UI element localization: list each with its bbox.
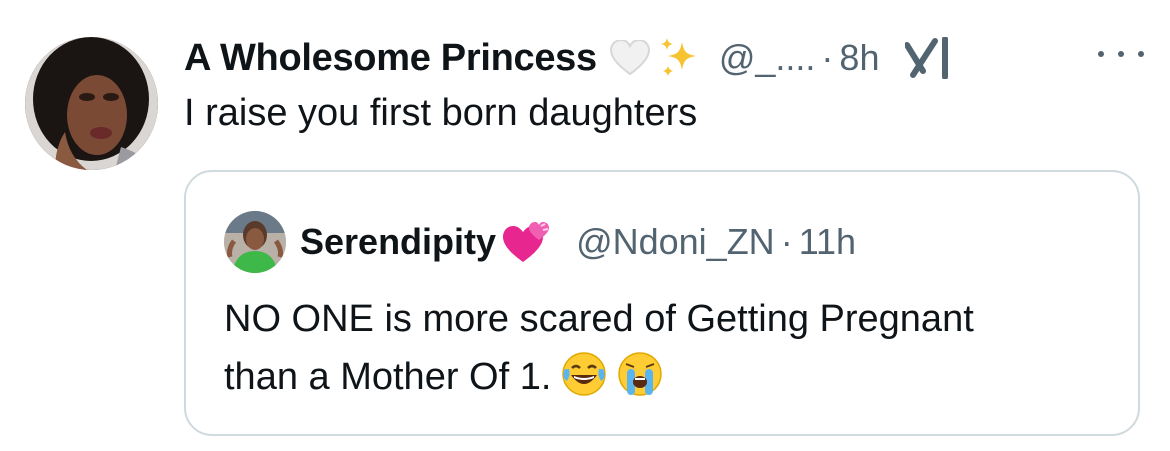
white-heart-icon <box>607 35 653 81</box>
quoted-tweet-card[interactable]: Serendipity @Ndoni_ZN · 11h NO ONE is mo… <box>184 170 1140 436</box>
sparkles-icon <box>657 35 703 81</box>
more-dot <box>1118 51 1124 57</box>
quoted-author-name[interactable]: Serendipity <box>300 221 496 263</box>
more-icon[interactable] <box>1098 40 1144 68</box>
quoted-tweet-header: Serendipity @Ndoni_ZN · 11h <box>224 210 856 274</box>
quoted-tweet-timestamp[interactable]: 11h <box>799 221 856 263</box>
tweet-timestamp[interactable]: 8h <box>839 37 879 79</box>
two-hearts-icon <box>500 219 552 265</box>
crying-face-icon <box>617 351 663 397</box>
quoted-tweet-text-fragment: than a Mother Of 1. <box>224 356 552 398</box>
tweet-header: A Wholesome Princess @_.... · 8h <box>184 30 955 86</box>
quoted-author-handle[interactable]: @Ndoni_ZN <box>576 221 775 263</box>
quoted-author-avatar[interactable] <box>224 211 286 273</box>
author-name[interactable]: A Wholesome Princess <box>184 37 597 80</box>
more-dot <box>1098 51 1104 57</box>
quoted-tweet-text-line: NO ONE is more scared of Getting Pregnan… <box>224 298 974 340</box>
laughing-tears-icon <box>561 351 607 397</box>
author-handle[interactable]: @_.... <box>719 37 816 79</box>
quoted-tweet-text: NO ONE is more scared of Getting Pregnan… <box>224 290 1124 406</box>
more-dot <box>1138 51 1144 57</box>
quoted-tweet-text-line: than a Mother Of 1. <box>224 348 1124 406</box>
grok-icon[interactable] <box>903 34 955 82</box>
author-avatar[interactable] <box>25 37 158 170</box>
tweet-text: I raise you first born daughters <box>184 92 698 134</box>
separator-dot: · <box>780 221 793 262</box>
separator-dot: · <box>821 37 834 78</box>
